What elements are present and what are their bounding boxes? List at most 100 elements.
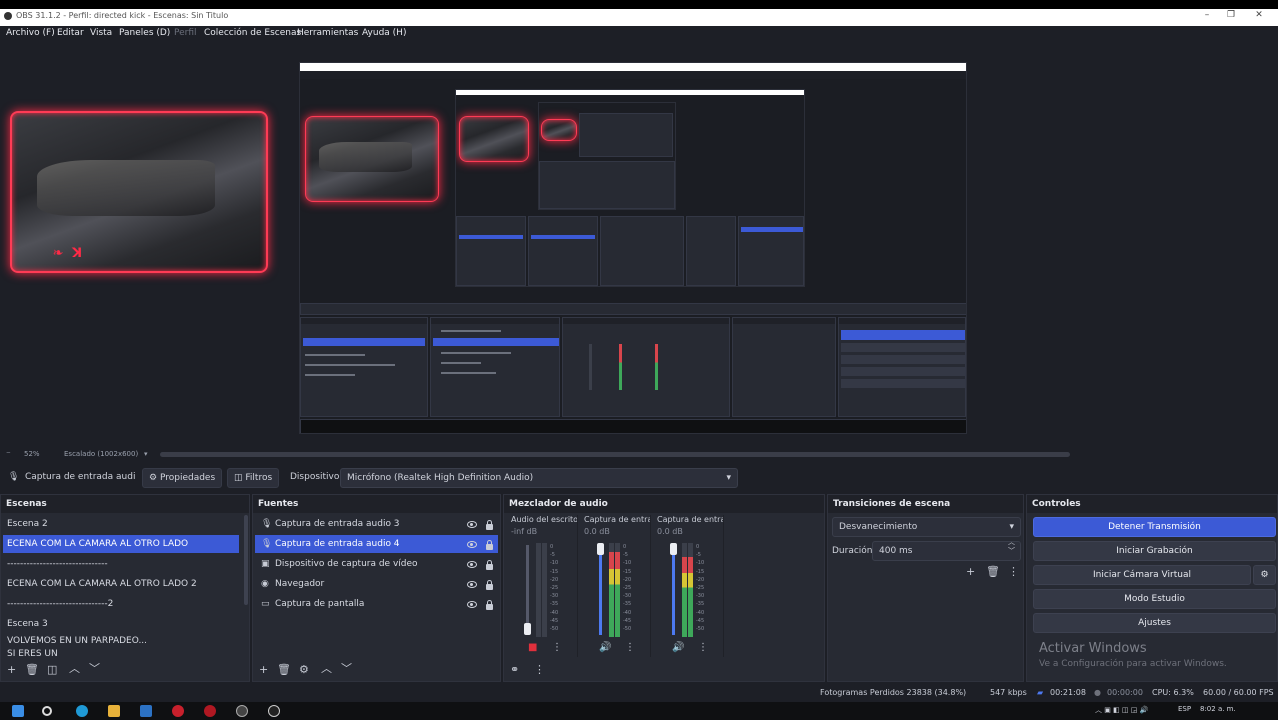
menu-editar[interactable]: Editar: [57, 28, 84, 38]
windows-start-icon[interactable]: [12, 705, 24, 717]
mixer-menu-icon[interactable]: ⋮: [534, 663, 545, 676]
gear-icon[interactable]: ⚙: [299, 663, 309, 676]
scene-item[interactable]: Escena 2: [3, 515, 239, 533]
eye-icon[interactable]: [467, 521, 477, 528]
trash-icon[interactable]: 🗑: [277, 663, 291, 676]
zoom-level[interactable]: 52%: [24, 450, 40, 458]
level-meter: [615, 543, 620, 637]
search-icon[interactable]: [42, 706, 52, 716]
device-select[interactable]: Micrófono (Realtek High Definition Audio…: [340, 468, 738, 488]
stepper-icon[interactable]: ︿ ﹀: [1008, 538, 1015, 556]
filters-button[interactable]: ◫ Filtros: [227, 468, 280, 488]
menu-perfil[interactable]: Perfil: [174, 28, 197, 38]
source-item[interactable]: Navegador: [255, 575, 498, 593]
lock-icon[interactable]: [486, 600, 493, 610]
program-preview[interactable]: ❧ ꓘ: [0, 42, 1278, 448]
speaker-icon[interactable]: 🔊: [599, 642, 611, 653]
db-tick: -5: [550, 552, 555, 559]
volume-slider[interactable]: [672, 545, 675, 635]
channel-menu-icon[interactable]: ⋮: [552, 642, 562, 653]
source-item-selected[interactable]: Captura de entrada audio 4: [255, 535, 498, 553]
scene-item[interactable]: VOLVEMOS EN UN PARPADEO...: [3, 635, 239, 648]
scene-item[interactable]: ECENA COM LA CAMARA AL OTRO LADO 2: [3, 575, 239, 593]
filter-icon[interactable]: ◫: [47, 663, 57, 676]
clock[interactable]: 8:02 a. m.: [1200, 705, 1236, 713]
file-explorer-icon[interactable]: [108, 705, 120, 717]
duration-input[interactable]: 400 ms ︿ ﹀: [872, 538, 1021, 561]
eye-icon[interactable]: [467, 601, 477, 608]
eye-icon[interactable]: [467, 561, 477, 568]
lock-icon[interactable]: [486, 580, 493, 590]
source-item[interactable]: Captura de entrada audio 3: [255, 515, 498, 533]
add-icon[interactable]: +: [259, 663, 268, 676]
link-icon[interactable]: ⚭: [510, 663, 519, 676]
scale-mode[interactable]: Escalado (1002x600): [64, 450, 138, 458]
lock-icon[interactable]: [486, 520, 493, 530]
start-recording-button[interactable]: Iniciar Grabación: [1033, 541, 1276, 561]
webcam-scene-shape: [37, 160, 216, 216]
volume-knob[interactable]: [524, 623, 531, 635]
source-item[interactable]: Dispositivo de captura de vídeo: [255, 555, 498, 573]
collapse-icon[interactable]: ⁻: [6, 450, 11, 460]
studio-mode-button[interactable]: Modo Estudio: [1033, 589, 1276, 609]
menu-herramientas[interactable]: Herramientas: [297, 28, 358, 38]
record-icon: ●: [1094, 688, 1101, 697]
controls-title: Controles: [1027, 495, 1277, 513]
store-icon[interactable]: [140, 705, 152, 717]
speaker-icon[interactable]: 🔊: [672, 642, 684, 653]
virtual-camera-settings-button[interactable]: ⚙: [1253, 565, 1276, 585]
scene-item[interactable]: -------------------------------2: [3, 595, 239, 613]
move-up-icon[interactable]: ︿: [69, 660, 80, 676]
scene-item-selected[interactable]: ECENA COM LA CAMARA AL OTRO LADO: [3, 535, 239, 553]
db-tick: -35: [696, 601, 705, 608]
start-virtual-camera-button[interactable]: Iniciar Cámara Virtual: [1033, 565, 1251, 585]
menu-archivo[interactable]: Archivo (F): [6, 28, 55, 38]
preview-scrollbar[interactable]: [160, 452, 1070, 457]
minimize-icon[interactable]: –: [1200, 10, 1214, 22]
db-tick: -45: [696, 617, 705, 624]
volume-knob[interactable]: [597, 543, 604, 555]
obs-taskbar-2-icon[interactable]: [268, 705, 280, 717]
transition-select[interactable]: Desvanecimiento ▾: [832, 517, 1021, 537]
scenes-scrollbar[interactable]: [244, 515, 248, 605]
volume-slider[interactable]: [599, 545, 602, 635]
tray-icons[interactable]: ︿ ▣ ◧ ◫ ◲ 🔊: [1095, 705, 1148, 715]
app-red-2-icon[interactable]: [204, 705, 216, 717]
window-title: OBS 31.1.2 - Perfil: directed kick - Esc…: [16, 11, 229, 20]
add-icon[interactable]: +: [966, 565, 975, 578]
menu-paneles[interactable]: Paneles (D): [119, 28, 170, 38]
settings-button[interactable]: Ajustes: [1033, 613, 1276, 633]
eye-icon[interactable]: [467, 541, 477, 548]
move-down-icon[interactable]: ﹀: [89, 660, 100, 676]
volume-knob[interactable]: [670, 543, 677, 555]
close-icon[interactable]: ✕: [1252, 10, 1266, 22]
menu-vista[interactable]: Vista: [90, 28, 112, 38]
add-icon[interactable]: +: [7, 663, 16, 676]
maximize-icon[interactable]: ❐: [1224, 10, 1238, 22]
scale-dropdown-icon[interactable]: ▾: [144, 450, 148, 458]
channel-menu-icon[interactable]: ⋮: [698, 642, 708, 653]
edge-browser-icon[interactable]: [76, 705, 88, 717]
move-up-icon[interactable]: ︿: [321, 660, 332, 676]
microphone-icon: 🎙: [261, 519, 273, 529]
scene-item[interactable]: -------------------------------: [3, 555, 239, 573]
scene-item[interactable]: Escena 3: [3, 615, 239, 633]
channel-menu-icon[interactable]: ⋮: [625, 642, 635, 653]
lock-icon[interactable]: [486, 560, 493, 570]
trash-icon[interactable]: 🗑: [986, 565, 1000, 578]
obs-taskbar-icon[interactable]: [236, 705, 248, 717]
app-red-icon[interactable]: [172, 705, 184, 717]
move-down-icon[interactable]: ﹀: [341, 660, 352, 676]
muted-speaker-icon[interactable]: ■: [528, 642, 537, 653]
menu-ayuda[interactable]: Ayuda (H): [362, 28, 406, 38]
eye-icon[interactable]: [467, 581, 477, 588]
properties-button[interactable]: ⚙ Propiedades: [142, 468, 223, 488]
lock-icon[interactable]: [486, 540, 493, 550]
transition-menu-icon[interactable]: ⋮: [1008, 565, 1019, 578]
source-item[interactable]: Captura de pantalla: [255, 595, 498, 613]
menu-coleccion-escenas[interactable]: Colección de Escenas: [204, 28, 301, 38]
stop-streaming-button[interactable]: Detener Transmisión: [1033, 517, 1276, 537]
volume-slider[interactable]: [526, 545, 529, 635]
trash-icon[interactable]: 🗑: [25, 663, 39, 676]
language-indicator[interactable]: ESP: [1178, 705, 1191, 713]
